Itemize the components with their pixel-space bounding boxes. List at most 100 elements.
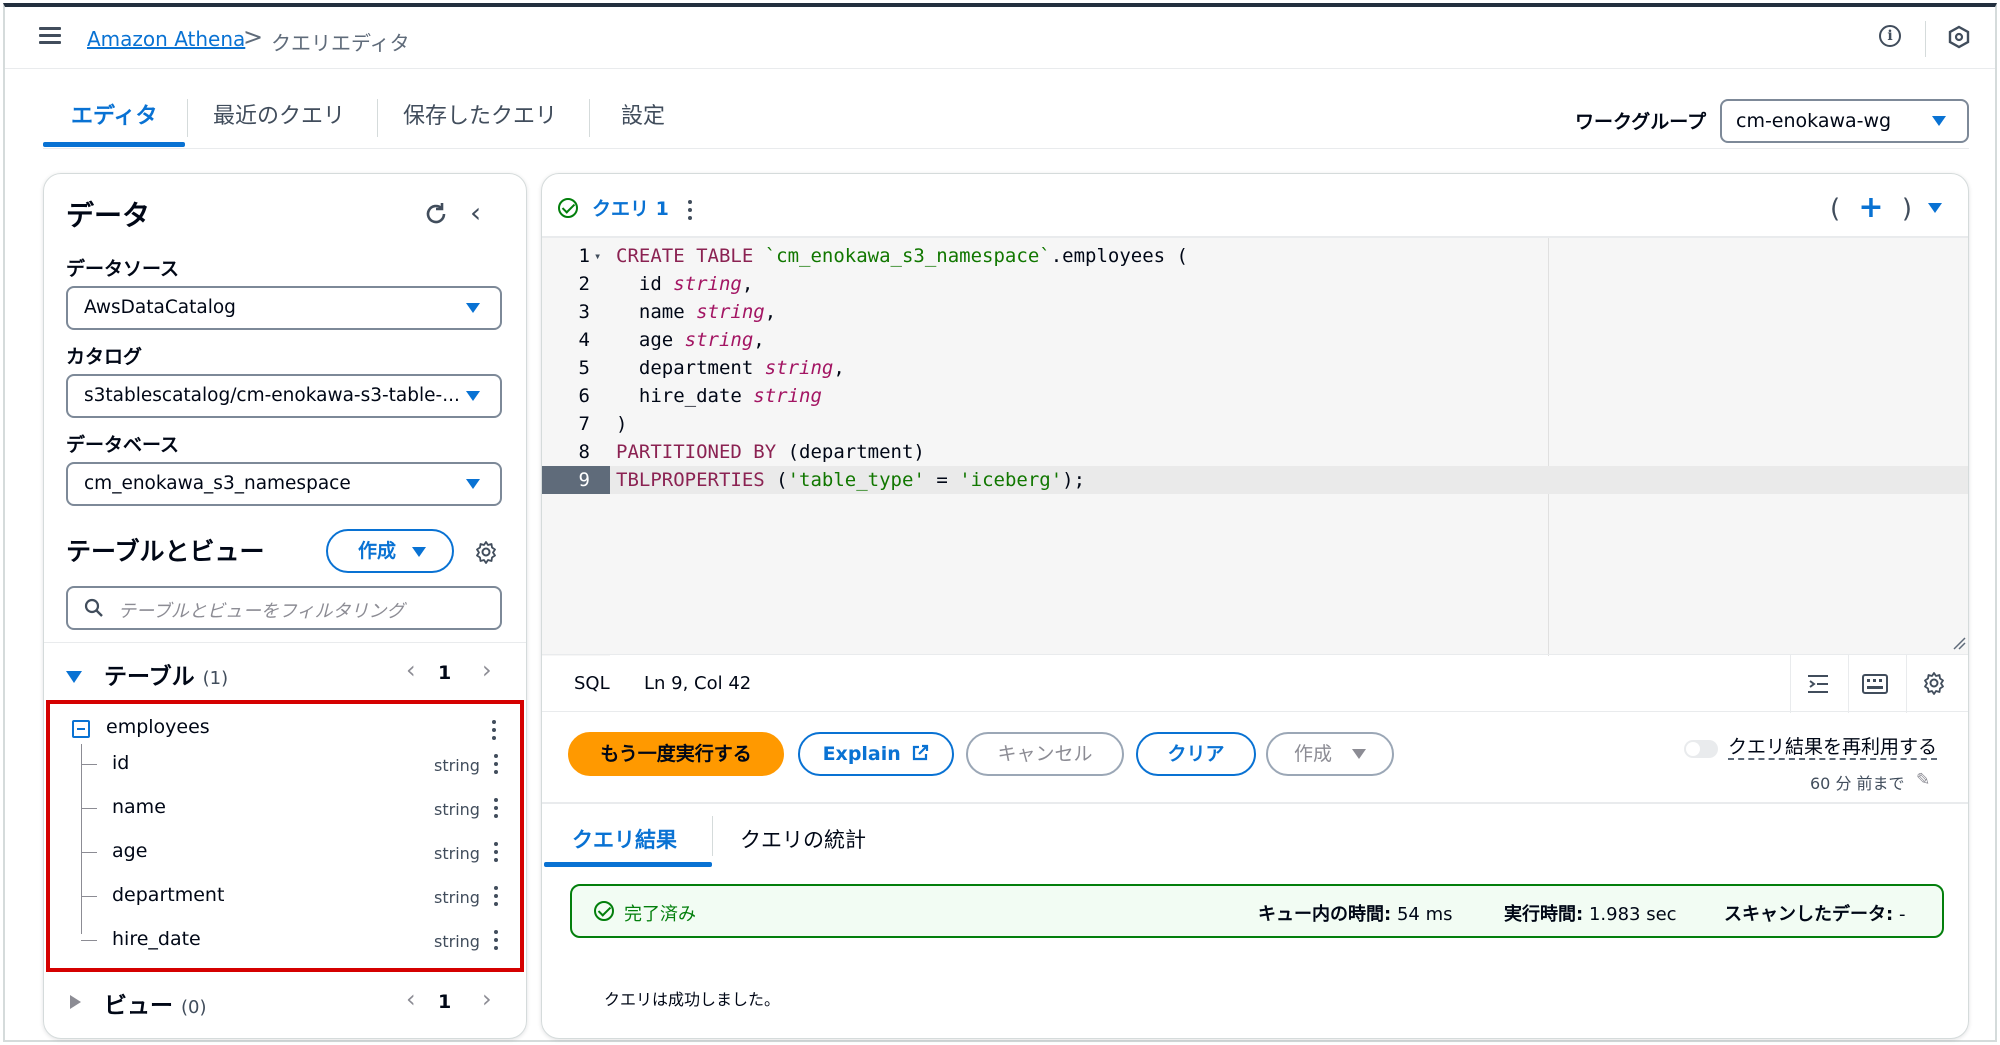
tab-query-stats[interactable]: クエリの統計 [740, 824, 866, 854]
refresh-icon[interactable] [422, 200, 450, 228]
code-token: (department) [787, 441, 925, 463]
edit-pencil-icon[interactable]: ✎ [1916, 770, 1930, 790]
query-actions: もう一度実行する Explain キャンセル クリア 作成 クエリ結果を再利用す… [542, 712, 1968, 804]
status-divider [1848, 655, 1849, 713]
status-divider [1790, 655, 1791, 713]
table-filter-input[interactable]: テーブルとビューをフィルタリング [66, 586, 502, 630]
info-icon[interactable]: i [1879, 25, 1901, 47]
workgroup-value: cm-enokawa-wg [1736, 110, 1892, 132]
create-button[interactable]: 作成 [1266, 732, 1394, 776]
add-query-tab-icon[interactable]: + [1858, 190, 1883, 225]
tab-settings[interactable]: 設定 [621, 95, 665, 147]
scroll-right-icon[interactable]: ) [1902, 194, 1912, 224]
column-actions-icon[interactable] [494, 930, 498, 950]
code-line[interactable]: 8 PARTITIONED BY (department) [542, 438, 1968, 466]
column-name: id [112, 752, 130, 774]
code-line[interactable]: 3 name string, [542, 298, 1968, 326]
tables-section-title[interactable]: テーブル (1) [104, 657, 228, 691]
caret-down-icon [466, 479, 480, 489]
code-text: id string, [616, 270, 753, 298]
fold-icon[interactable]: ▾ [594, 242, 601, 270]
database-select[interactable]: cm_enokawa_s3_namespace [66, 462, 502, 506]
code-text: department string, [616, 354, 845, 382]
tab-query-results[interactable]: クエリ結果 [572, 824, 677, 854]
code-token: string [753, 385, 822, 407]
column-actions-icon[interactable] [494, 798, 498, 818]
format-query-icon[interactable] [1806, 673, 1830, 695]
next-page-icon[interactable]: › [482, 985, 492, 1013]
code-text: name string, [616, 298, 776, 326]
line-number: 7 [578, 413, 590, 435]
column-type: string [434, 756, 480, 775]
tab-recent-queries[interactable]: 最近のクエリ [213, 95, 345, 147]
clear-button[interactable]: クリア [1136, 732, 1256, 776]
notifications-icon[interactable] [1947, 25, 1971, 49]
tab-divider [712, 816, 713, 856]
prev-page-icon[interactable]: ‹ [406, 985, 416, 1013]
code-token: 'table_type' [787, 469, 925, 491]
breadcrumb-athena-link[interactable]: Amazon Athena [87, 27, 245, 51]
sql-editor[interactable]: 1 ▾ CREATE TABLE `cm_enokawa_s3_namespace`… [542, 236, 1968, 656]
code-line[interactable]: 4 age string, [542, 326, 1968, 354]
explain-button[interactable]: Explain [798, 732, 954, 776]
tab-editor[interactable]: エディタ [71, 95, 157, 147]
expand-tables-icon[interactable] [66, 671, 82, 683]
code-line[interactable]: 5 department string, [542, 354, 1968, 382]
table-name-employees[interactable]: employees [106, 716, 210, 738]
editor-panel: クエリ 1 ( + ) 1 ▾ CREATE TABLE `cm_enokawa_s… [541, 173, 1969, 1039]
code-line[interactable]: 1 ▾ CREATE TABLE `cm_enokawa_s3_namespace`… [542, 242, 1968, 270]
code-text: hire_date string [616, 382, 822, 410]
datasource-label: データソース [66, 258, 180, 280]
prev-page-icon[interactable]: ‹ [406, 656, 416, 684]
reuse-results-label: クエリ結果を再利用する [1728, 736, 1938, 760]
code-token: hire_date [616, 385, 754, 407]
code-line[interactable]: 9 TBLPROPERTIES ('table_type' = 'iceberg'… [542, 466, 1968, 494]
code-line[interactable]: 6 hire_date string [542, 382, 1968, 410]
database-label: データベース [66, 434, 180, 456]
collapse-tree-icon[interactable] [72, 720, 90, 738]
next-page-icon[interactable]: › [482, 656, 492, 684]
query-tab-actions-icon[interactable] [688, 200, 692, 220]
cancel-button[interactable]: キャンセル [966, 732, 1124, 776]
catalog-label: カタログ [66, 346, 143, 368]
column-actions-icon[interactable] [494, 842, 498, 862]
create-table-button[interactable]: 作成 [326, 529, 454, 573]
catalog-select[interactable]: s3tablescatalog/cm-enokawa-s3-table-... [66, 374, 502, 418]
line-number: 5 [578, 357, 590, 379]
datasource-select[interactable]: AwsDataCatalog [66, 286, 502, 330]
workgroup-select[interactable]: cm-enokawa-wg [1720, 99, 1969, 143]
breadcrumb-separator-icon: > [243, 23, 264, 51]
menu-icon[interactable] [39, 27, 61, 45]
scroll-left-icon[interactable]: ( [1830, 194, 1840, 224]
line-number: 4 [578, 329, 590, 351]
column-actions-icon[interactable] [494, 754, 498, 774]
code-line[interactable]: 2 id string, [542, 270, 1968, 298]
tab-divider [589, 99, 590, 137]
tabs-dropdown-icon[interactable] [1928, 203, 1943, 213]
datasource-value: AwsDataCatalog [84, 297, 236, 318]
reuse-results-toggle[interactable] [1684, 740, 1718, 758]
query-tab-label: クエリ 1 [592, 198, 669, 220]
explain-label: Explain [822, 743, 901, 765]
column-actions-icon[interactable] [494, 886, 498, 906]
tab-controls: ( + ) [1830, 190, 1943, 225]
tables-page-number[interactable]: 1 [438, 662, 451, 684]
collapse-panel-icon[interactable]: ‹ [470, 196, 481, 229]
breadcrumb-current: クエリエディタ [271, 31, 410, 55]
editor-settings-icon[interactable] [1922, 671, 1946, 695]
expand-views-icon[interactable] [70, 995, 81, 1009]
search-icon [84, 598, 103, 617]
tab-saved-queries[interactable]: 保存したクエリ [403, 95, 557, 147]
success-check-icon [594, 901, 614, 921]
code-line[interactable]: 7) [542, 410, 1968, 438]
views-page-number[interactable]: 1 [438, 991, 451, 1013]
result-tabs: クエリ結果 クエリの統計 [542, 804, 1968, 870]
table-actions-icon[interactable] [492, 720, 496, 740]
views-section-title[interactable]: ビュー (0) [104, 986, 207, 1020]
reuse-results-age: 60 分 前まで [1810, 774, 1905, 793]
panel-separator [44, 642, 526, 643]
rerun-button[interactable]: もう一度実行する [568, 732, 784, 776]
gear-icon[interactable] [474, 540, 498, 564]
resize-handle-icon[interactable] [1952, 636, 1966, 650]
keyboard-icon[interactable] [1862, 673, 1888, 695]
